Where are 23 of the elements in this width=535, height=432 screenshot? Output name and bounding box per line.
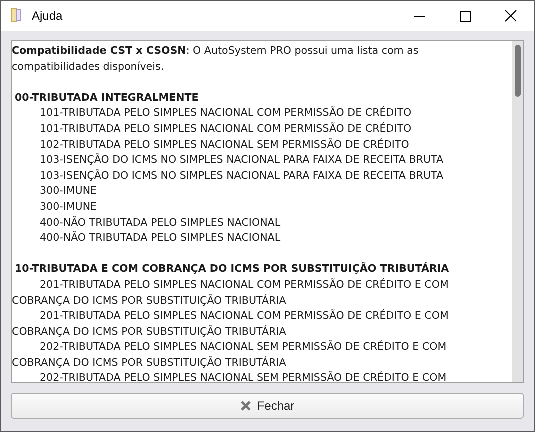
intro-text: Compatibilidade CST x CSOSN: O AutoSystem PRO possui uma lista com as compatibilidades disponíveis. [12, 44, 420, 75]
close-icon [505, 10, 517, 22]
section-heading: 00-TRIBUTADA INTEGRALMENTE [14, 90, 200, 106]
close-icon [240, 400, 252, 412]
list-entry: 300-IMUNE [39, 184, 98, 200]
list-entry: 101-TRIBUTADA PELO SIMPLES NACIONAL COM PERMISSÃO DE CRÉDITO [39, 106, 413, 122]
list-entry: 201-TRIBUTADA PELO SIMPLES NACIONAL COM PERMISSÃO DE CRÉDITO E COM COBRANÇA DO ICMS POR SUBSTITUIÇÃO TRIBUTÁRIA [12, 278, 450, 308]
list-entry: 300-IMUNE [39, 200, 98, 215]
list-entry: 101-TRIBUTADA PELO SIMPLES NACIONAL COM PERMISSÃO DE CRÉDITO [39, 122, 413, 137]
maximize-icon [460, 10, 470, 22]
list-entry: 202-TRIBUTADA PELO SIMPLES NACIONAL SEM PERMISSÃO DE CRÉDITO E COM [39, 371, 448, 382]
list-entry: 202-TRIBUTADA PELO SIMPLES NACIONAL SEM PERMISSÃO DE CRÉDITO E COM COBRANÇA DO ICMS POR SUBSTITUIÇÃO TRIBUTÁRIA [12, 340, 448, 371]
section-heading: 10-TRIBUTADA E COM COBRANÇA DO ICMS POR SUBSTITUIÇÃO TRIBUTÁRIA [14, 262, 450, 278]
list-entry: 400-NÃO TRIBUTADA PELO SIMPLES NACIONAL [39, 216, 282, 231]
scrollbar[interactable] [512, 40, 524, 383]
list-entry: 103-ISENÇÃO DO ICMS NO SIMPLES NACIONAL PARA FAIXA DE RECEITA BRUTA [39, 168, 445, 184]
list-entry: 201-TRIBUTADA PELO SIMPLES NACIONAL COM PERMISSÃO DE CRÉDITO E COM COBRANÇA DO ICMS POR SUBSTITUIÇÃO TRIBUTÁRIA [12, 309, 450, 340]
close-dialog-button[interactable]: Fechar [11, 393, 524, 419]
window-title: Ajuda [32, 8, 63, 25]
list-entry: 102-TRIBUTADA PELO SIMPLES NACIONAL SEM PERMISSÃO DE CRÉDITO [39, 138, 410, 153]
app-icon [10, 8, 24, 24]
list-entry: 103-ISENÇÃO DO ICMS NO SIMPLES NACIONAL PARA FAIXA DE RECEITA BRUTA [39, 153, 445, 168]
list-entry: 400-NÃO TRIBUTADA PELO SIMPLES NACIONAL [39, 231, 282, 246]
